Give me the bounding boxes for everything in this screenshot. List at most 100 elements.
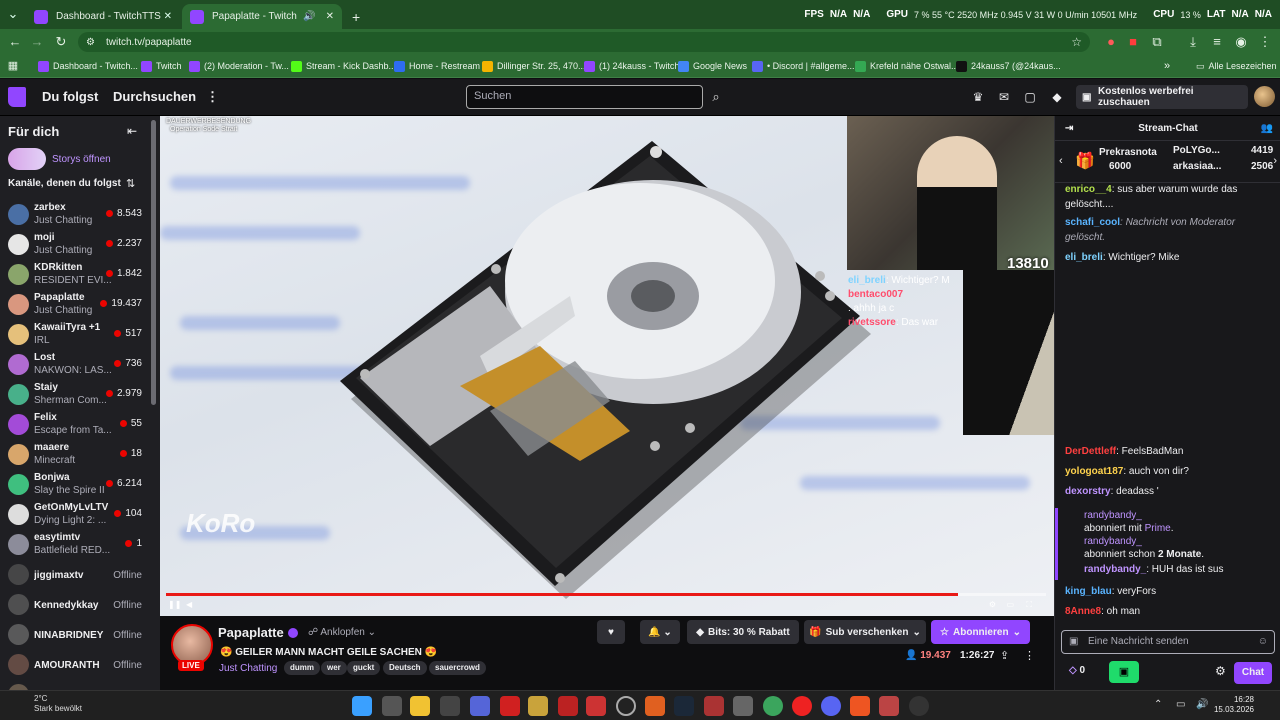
profile-avatar[interactable]: ◉ [1232,33,1250,51]
ad-free-button[interactable]: ▣ Kostenlos werbefrei zuschauen [1076,85,1248,109]
file-explorer-icon[interactable] [410,696,430,716]
stream-tag[interactable]: wer [321,661,347,675]
volume-icon[interactable]: ◀ [186,600,192,609]
reload-icon[interactable]: ↻ [52,33,70,51]
more-options-icon[interactable]: ⋮ [1024,649,1035,662]
sidebar-scrollbar[interactable] [151,120,156,405]
channel-item[interactable]: Felix Escape from Ta... 55 [8,412,146,440]
chat-username[interactable]: DerDettleff [1065,446,1116,457]
chat-settings-icon[interactable]: ⚙ [1215,664,1226,678]
forward-icon[interactable]: → [28,33,46,51]
prime-crown-icon[interactable]: ♛ [970,88,986,106]
chat-username[interactable]: schafi_cool [1065,217,1120,228]
volume-icon[interactable]: 🔊 [1196,699,1208,710]
theatre-mode-icon[interactable]: ▭ [1006,600,1014,609]
gift-sub-button[interactable]: 🎁 Sub verschenken ⌄ [804,620,926,644]
bookmark-item[interactable]: Twitch [141,58,182,74]
back-icon[interactable]: ← [6,33,24,51]
new-tab-button[interactable]: + [344,4,368,29]
channel-item[interactable]: KDRkitten RESIDENT EVI... 1.842 [8,262,146,290]
calculator-icon[interactable] [382,696,402,716]
nav-following[interactable]: Du folgst [42,89,98,104]
channel-item[interactable]: moji Just Chatting 2.237 [8,232,146,260]
subscribe-button[interactable]: ☆ Abonnieren ⌄ [931,620,1030,644]
channel-item[interactable]: easytimtv Battlefield RED... 1 [8,532,146,560]
network-icon[interactable]: ▭ [1176,699,1185,710]
nav-more-icon[interactable]: ⋮ [206,89,219,105]
channel-item[interactable]: Lost NAKWON: LAS... 736 [8,352,146,380]
channel-item[interactable]: AMOURANTH Offline [8,652,146,680]
bookmarks-overflow-icon[interactable]: » [1164,58,1170,74]
chat-username[interactable]: eli_breli [1065,252,1103,263]
extensions-puzzle-icon[interactable]: ⧉ [1148,33,1166,51]
extension-icon[interactable]: ● [1102,33,1120,51]
bookmark-item[interactable]: (1) 24kauss - Twitch [584,58,679,74]
tab-dashboard[interactable]: Dashboard - TwitchTTS ✕ [26,4,180,29]
stream-tag[interactable]: Deutsch [383,661,427,675]
chat-input[interactable]: ▣ Eine Nachricht senden ☺ [1061,630,1275,654]
chat-username[interactable]: 8Anne8 [1065,606,1101,617]
apps-grid-icon[interactable]: ▦ [4,57,22,75]
channel-item[interactable]: NINABRIDNEY Offline [8,622,146,650]
discord-icon[interactable] [821,696,841,716]
app-icon[interactable] [645,696,665,716]
bits-discount-button[interactable]: ◆ Bits: 30 % Rabatt [687,620,799,644]
channel-item[interactable]: jiggimaxtv Offline [8,562,146,590]
bits-icon[interactable]: ◆ [1049,88,1065,106]
browser-menu-icon[interactable]: ⋮ [1256,33,1274,51]
opera-icon[interactable] [792,696,812,716]
follow-heart-button[interactable]: ♥ [597,620,625,644]
chat-username[interactable]: dexorstry [1065,486,1111,497]
bookmark-star-icon[interactable]: ☆ [1071,35,1082,49]
bookmark-item[interactable]: (2) Moderation - Tw... [189,58,289,74]
bookmark-item[interactable]: Home - Restream [394,58,480,74]
stream-tag[interactable]: sauercrowd [429,661,486,675]
community-icon[interactable]: 👥 [1261,116,1273,141]
download-icon[interactable]: ⤓ [1184,33,1202,51]
chat-username[interactable]: yologoat187 [1065,466,1123,477]
collapse-sidebar-icon[interactable]: ⇤ [127,124,137,138]
bookmark-item[interactable]: Stream - Kick Dashb... [291,58,396,74]
tab-papaplatte[interactable]: Papaplatte - Twitch 🔊 ✕ [182,4,342,29]
url-field[interactable]: ⚙ twitch.tv/papaplatte ☆ [78,32,1090,52]
channel-item[interactable]: maaere Minecraft 18 [8,442,146,470]
reading-list-icon[interactable]: ≡ [1208,33,1226,51]
system-clock[interactable]: 16:28 15.03.2026 [1214,695,1254,715]
channel-item[interactable]: zarbex Just Chatting 8.543 [8,202,146,230]
channel-item[interactable]: Bonjwa Slay the Spire II 6.214 [8,472,146,500]
chat-badge-icon[interactable]: ▣ [1069,636,1078,647]
tray-overflow-icon[interactable]: ⌃ [1154,699,1162,710]
notification-bell-button[interactable]: 🔔 ⌄ [640,620,680,644]
fullscreen-icon[interactable]: ⛶ [1026,600,1032,610]
user-avatar[interactable] [1254,86,1275,107]
app-icon[interactable] [558,696,578,716]
share-icon[interactable]: ⇪ [1000,649,1009,662]
all-bookmarks-folder[interactable]: ▭ Alle Lesezeichen [1196,58,1277,74]
channel-item[interactable]: KawaiiTyra +1 IRL 517 [8,322,146,350]
chat-username[interactable]: enrico__4 [1065,184,1112,195]
stream-tag[interactable]: guckt [347,661,381,675]
vscode-icon[interactable] [470,696,490,716]
stories-button[interactable]: Storys öffnen [8,148,111,170]
stream-category[interactable]: Just Chatting [219,663,277,674]
site-info-icon[interactable]: ⚙ [86,37,95,48]
chrome-icon[interactable] [763,696,783,716]
chevron-right-icon[interactable]: › [1273,155,1277,167]
twitch-logo-icon[interactable] [8,87,26,107]
bookmark-item[interactable]: Dashboard - Twitch... [38,58,138,74]
streamlabs-icon[interactable] [500,696,520,716]
claim-bonus-button[interactable]: ▣ [1109,661,1139,683]
obs-icon[interactable] [616,696,636,716]
video-player[interactable]: DAUERWERBESENDUNG Operation Sode Strait … [160,116,1054,616]
channel-item[interactable]: Staiy Sherman Com... 2.979 [8,382,146,410]
start-button[interactable] [352,696,372,716]
bookmark-item[interactable]: Krefeld nähe Ostwal... [855,58,959,74]
collapse-chat-icon[interactable]: ⇥ [1065,116,1073,141]
bookmark-item[interactable]: 24kauss7 (@24kaus... [956,58,1061,74]
app-icon[interactable] [704,696,724,716]
bookmark-item[interactable]: • Discord | #allgeme... [752,58,855,74]
search-icon[interactable]: ⌕ [705,85,727,109]
settings-icon[interactable]: ⚙ [989,600,996,609]
bookmark-item[interactable]: Google News [678,58,747,74]
nav-browse[interactable]: Durchsuchen [113,89,196,104]
